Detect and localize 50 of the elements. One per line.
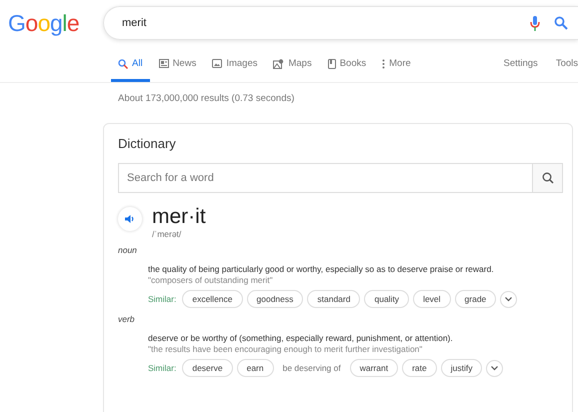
more-icon [382, 58, 386, 68]
card-title: Dictionary [118, 136, 177, 151]
definition: deserve or be worthy of (something, especially reward, punishment, or attention). [148, 333, 454, 344]
synonym-chip[interactable]: rate [402, 359, 437, 377]
expand-button[interactable] [486, 360, 504, 376]
search-icon [542, 172, 554, 184]
pronunciation: /ˈmerət/ [152, 229, 182, 239]
search-tab[interactable]: More [375, 58, 418, 82]
example-sentence: "composers of outstanding merit" [148, 275, 274, 286]
synonym-chip[interactable]: excellence [182, 290, 243, 308]
part-of-speech: verb [118, 314, 136, 324]
example-sentence: "the results have been encouraging enough to merit further investigation" [148, 344, 424, 355]
search-tab[interactable]: Images [205, 58, 264, 82]
search-icon [118, 58, 128, 68]
similar-label: Similar: [148, 294, 176, 304]
similar-label: Similar: [148, 363, 176, 373]
definition: the quality of being particularly good or worthy, especially so as to deserve praise or reward. [148, 264, 495, 275]
search-icon[interactable] [554, 16, 568, 30]
synonym-chip[interactable]: deserve [182, 359, 233, 377]
tool-link[interactable]: Tools [556, 58, 578, 69]
synonym-chip[interactable]: justify [440, 359, 482, 377]
chevron-down-icon [505, 296, 512, 302]
search-field[interactable]: merit [103, 6, 578, 40]
search-tab[interactable]: News [152, 58, 204, 82]
tool-link[interactable]: Settings [503, 58, 538, 69]
synonym-chip[interactable]: quality [364, 290, 410, 308]
synonym-chip[interactable]: standard [307, 290, 360, 308]
synonym-chip[interactable]: earn [236, 359, 274, 377]
map-icon [273, 58, 284, 68]
synonym-chip[interactable]: grade [454, 290, 496, 308]
chevron-down-icon [491, 366, 498, 370]
synonym-chip[interactable]: level [413, 290, 451, 308]
search-tab[interactable]: Books [320, 58, 374, 82]
expand-button[interactable] [500, 290, 518, 308]
book-icon [328, 58, 336, 68]
search-tab[interactable]: All [111, 58, 150, 82]
google-logo[interactable]: Google [8, 10, 103, 36]
microphone-icon[interactable] [530, 16, 540, 30]
synonym-chip[interactable]: goodness [246, 290, 304, 308]
part-of-speech: noun [118, 245, 138, 255]
headword: mer·it [152, 205, 206, 229]
search-tab[interactable]: Maps [266, 58, 319, 82]
speaker-icon [124, 214, 136, 224]
synonym-chip[interactable]: warrant [350, 359, 398, 377]
synonym-text: be deserving of [282, 362, 342, 375]
image-icon [212, 59, 222, 68]
newspaper-icon [158, 59, 169, 68]
word-search-field[interactable]: Search for a word [118, 163, 532, 193]
search-button[interactable] [532, 163, 563, 193]
result-stats: About 173,000,000 results (0.73 seconds) [117, 92, 296, 106]
